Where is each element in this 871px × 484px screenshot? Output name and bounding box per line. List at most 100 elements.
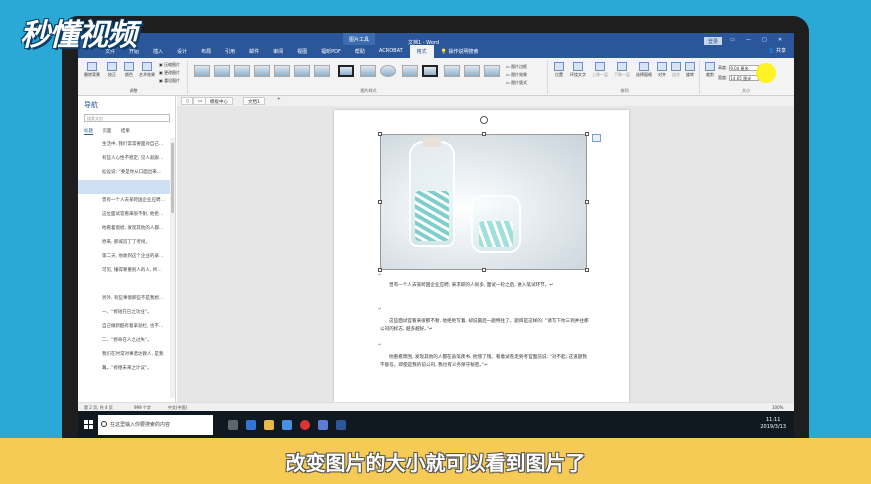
close-button[interactable]: ✕	[778, 37, 782, 43]
nav-search-input[interactable]: 搜索文档	[84, 114, 170, 122]
style-thumb[interactable]	[422, 65, 438, 77]
resize-handle[interactable]	[378, 200, 382, 204]
maximize-button[interactable]: □	[762, 37, 767, 43]
nav-tab-results[interactable]: 结果	[121, 129, 130, 134]
style-thumb[interactable]	[194, 65, 210, 77]
resize-handle[interactable]	[585, 200, 589, 204]
nav-item[interactable]: 曾有一个人去某跨国企业应聘…	[78, 194, 170, 208]
style-thumb[interactable]	[254, 65, 270, 77]
picture-layout-button[interactable]: ▭ 图片版式	[506, 80, 527, 86]
file-explorer-icon[interactable]	[264, 420, 274, 430]
reset-picture-button[interactable]: ▣ 重设图片	[159, 78, 180, 84]
selected-picture[interactable]	[380, 134, 587, 270]
tab-format[interactable]: 格式	[409, 45, 434, 58]
document-page[interactable]: ↵ 曾有一个人去某跨国企业应聘, 来求职的人很多, 面试一轮之后, 进入笔试环节…	[334, 110, 629, 402]
rotate-button[interactable]: 旋转	[684, 62, 696, 78]
nav-item[interactable]: 我们在时常对事谱达教人, 是我为…	[78, 348, 170, 371]
tab-acrobat[interactable]: ACROBAT	[372, 45, 410, 58]
nav-item[interactable]: 这位面试官看来很不耐, 他拒…	[78, 208, 170, 222]
style-thumb[interactable]	[234, 65, 250, 77]
new-doc-icon[interactable]: ▯	[181, 97, 194, 105]
nav-scroll-thumb[interactable]	[171, 143, 174, 213]
rotate-handle-icon[interactable]	[480, 116, 488, 124]
nav-item[interactable]: 仙设说: “要是你从口面出来…	[78, 166, 170, 180]
style-thumb[interactable]	[294, 65, 310, 77]
resize-handle[interactable]	[585, 132, 589, 136]
resize-handle[interactable]	[378, 268, 382, 272]
task-view-icon[interactable]	[228, 420, 238, 430]
tab-review[interactable]: 审阅	[266, 45, 290, 58]
change-picture-button[interactable]: ▣ 更改图片	[159, 70, 180, 76]
picture-effects-button[interactable]: ▭ 图片效果	[506, 72, 527, 78]
store-icon[interactable]	[282, 420, 292, 430]
nav-tab-pages[interactable]: 页面	[102, 129, 111, 134]
style-thumb[interactable]	[464, 65, 480, 77]
nav-item[interactable]: 二、“修命在人之过失”。	[78, 334, 170, 348]
style-thumb[interactable]	[444, 65, 460, 77]
nav-item[interactable]: 三、“修德未来之计议”。	[78, 362, 170, 376]
align-button[interactable]: 对齐	[656, 62, 668, 78]
nav-item[interactable]	[78, 278, 170, 292]
windows-start-icon[interactable]	[84, 420, 94, 430]
tab-view[interactable]: 视图	[290, 45, 314, 58]
nav-scrollbar[interactable]	[170, 138, 175, 398]
width-input[interactable]: 14.65 厘米	[729, 75, 760, 81]
resize-handle[interactable]	[482, 268, 486, 272]
app-icon[interactable]	[318, 420, 328, 430]
taskbar-search-input[interactable]: 在这里输入你要搜索的内容	[98, 415, 213, 435]
tab-layout[interactable]: 布局	[194, 45, 218, 58]
send-backward-button[interactable]: 下移一层	[612, 62, 632, 78]
nav-item[interactable]: 一、“修短在已之功业”。	[78, 306, 170, 320]
share-button[interactable]: 👤 共享	[768, 47, 786, 54]
nav-item[interactable]: 自己做新酷有着拿劲栏, 也不…	[78, 320, 170, 334]
nav-item[interactable]: 原来, 那城首丁丁考拐。	[78, 236, 170, 250]
tell-me-search[interactable]: 💡 操作说明搜索	[434, 45, 486, 58]
nav-item-selected[interactable]	[78, 180, 170, 194]
layout-options-icon[interactable]	[592, 134, 601, 142]
height-input[interactable]: 9.04 厘米	[729, 65, 760, 71]
tab-design[interactable]: 设计	[170, 45, 194, 58]
doc-tab-document[interactable]: 文档1	[243, 97, 265, 105]
nav-item[interactable]: 他看着窗棂, 发现其他的人都…	[78, 222, 170, 236]
remove-background-button[interactable]: 删除背景	[82, 62, 102, 78]
resize-handle[interactable]	[482, 132, 486, 136]
tab-help[interactable]: 帮助	[348, 45, 372, 58]
style-thumb[interactable]	[338, 65, 354, 77]
nav-item[interactable]: 有些人心性不稳定, 见人就跟…	[78, 152, 170, 166]
wrap-text-button[interactable]: 环绕文字	[568, 62, 588, 78]
nav-tab-headings[interactable]: 标题	[84, 129, 93, 135]
add-tab-icon[interactable]: +	[277, 97, 281, 102]
edge-icon[interactable]	[246, 420, 256, 430]
artistic-effects-button[interactable]: 艺术效果	[137, 62, 157, 78]
nav-item[interactable]: 生活中, 我们常常要面对自己…	[78, 138, 170, 152]
style-thumb[interactable]	[380, 65, 396, 77]
ribbon-display-button[interactable]: ▭	[730, 37, 735, 43]
resize-handle[interactable]	[585, 268, 589, 272]
doc-tab-templates[interactable]: 模板中心	[205, 97, 233, 105]
position-button[interactable]: 位置	[552, 62, 566, 78]
style-thumb[interactable]	[360, 65, 376, 77]
style-thumb[interactable]	[274, 65, 290, 77]
crop-button[interactable]: 裁剪	[704, 62, 716, 78]
system-clock[interactable]: 11:11 2019/3/13	[760, 417, 786, 431]
zoom-level[interactable]: 100%	[772, 405, 783, 410]
group-button[interactable]: 组合	[670, 62, 682, 78]
corrections-button[interactable]: 校正	[104, 62, 120, 78]
picture-border-button[interactable]: ▭ 图片边框	[506, 64, 527, 70]
style-thumb[interactable]	[314, 65, 330, 77]
color-button[interactable]: 颜色	[122, 62, 136, 78]
tab-mailings[interactable]: 邮件	[242, 45, 266, 58]
tab-references[interactable]: 引用	[218, 45, 242, 58]
bring-forward-button[interactable]: 上移一层	[590, 62, 610, 78]
nav-item[interactable]: 第二天, 他收到这个企业的录…	[78, 250, 170, 264]
selection-pane-button[interactable]: 选择窗格	[634, 62, 654, 78]
nav-item[interactable]: 可见, 懂得尊重别人的人, 终…	[78, 264, 170, 278]
minimize-button[interactable]: —	[746, 37, 751, 43]
compress-pictures-button[interactable]: ▣ 压缩图片	[159, 62, 180, 68]
resize-handle[interactable]	[378, 132, 382, 136]
style-thumb[interactable]	[402, 65, 418, 77]
style-thumb[interactable]	[214, 65, 230, 77]
style-thumb[interactable]	[484, 65, 500, 77]
tab-foxit-pdf[interactable]: 福昕PDF	[314, 45, 348, 58]
word-icon[interactable]	[336, 420, 346, 430]
